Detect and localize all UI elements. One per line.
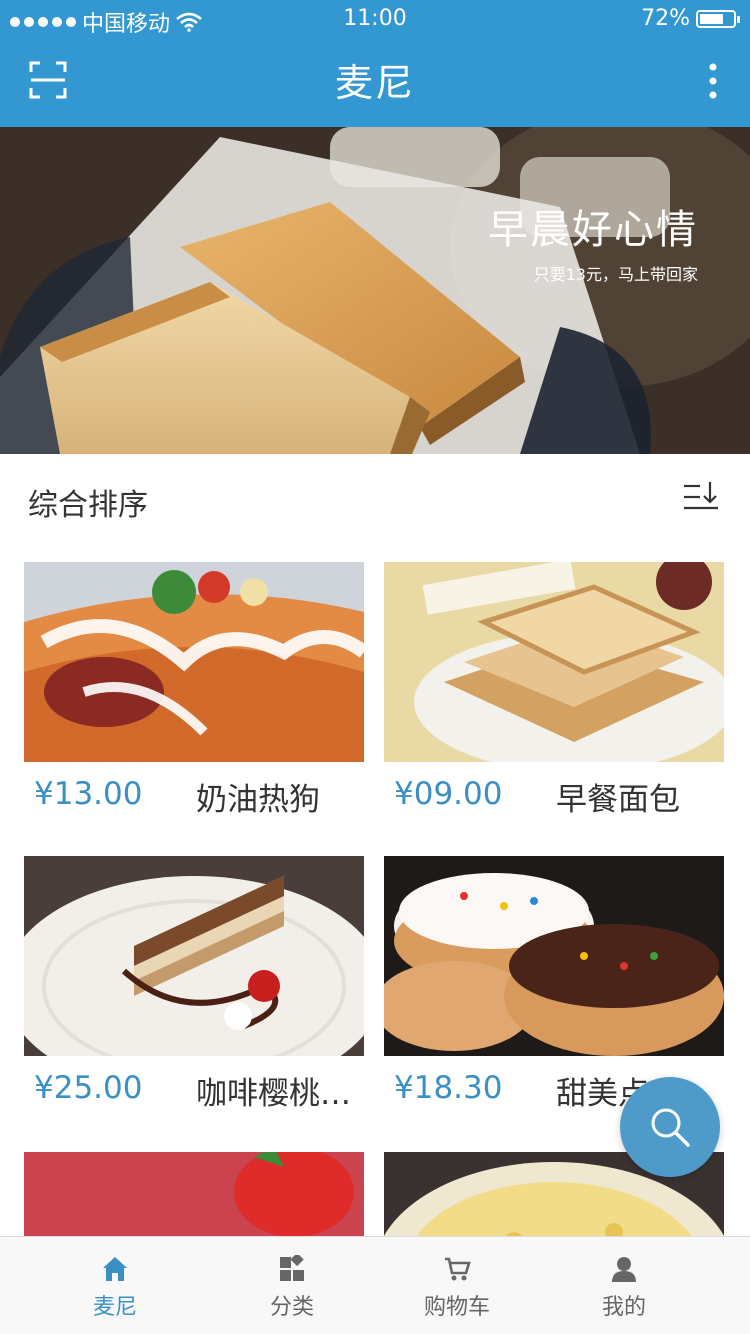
product-image (24, 856, 364, 1056)
banner-subtitle: 只要13元，马上带回家 (533, 265, 698, 284)
banner-image (0, 127, 750, 454)
more-vertical-icon[interactable] (706, 62, 720, 100)
battery-icon (696, 9, 740, 28)
tab-label: 分类 (269, 1295, 314, 1320)
product-name: 早餐面包 (556, 782, 680, 818)
product-image (384, 856, 724, 1056)
sort-label[interactable]: 综合排序 (28, 480, 148, 524)
sort-descending-icon[interactable] (682, 478, 720, 518)
cart-icon (445, 1257, 471, 1281)
category-icon (280, 1255, 304, 1281)
tab-label: 我的 (601, 1295, 646, 1320)
product-card[interactable]: ¥09.00 早餐面包 (384, 562, 724, 818)
sort-bar: 综合排序 (0, 454, 750, 546)
product-price: ¥13.00 (34, 776, 143, 812)
tab-profile[interactable]: 我的 (549, 1237, 699, 1334)
user-icon (612, 1257, 636, 1282)
banner-title: 早晨好心情 (488, 207, 698, 253)
battery-level (700, 13, 723, 24)
tab-home[interactable]: 麦尼 (40, 1237, 190, 1334)
promo-banner[interactable]: 早晨好心情 只要13元，马上带回家 (0, 127, 750, 454)
battery-percent: 72% (641, 6, 690, 31)
status-bar: 中国移动 11:00 72% (0, 0, 750, 40)
page-title: 麦尼 (334, 61, 415, 105)
product-image (24, 562, 364, 762)
product-name: 咖啡樱桃蛋糕 (196, 1076, 361, 1112)
product-card[interactable]: ¥13.00 奶油热狗 (24, 562, 364, 818)
product-price: ¥25.00 (34, 1070, 143, 1106)
product-card[interactable]: ¥25.00 咖啡樱桃蛋糕 (24, 856, 364, 1112)
product-image (384, 562, 724, 762)
app-header: 中国移动 11:00 72% 麦尼 (0, 0, 750, 127)
tab-category[interactable]: 分类 (217, 1237, 367, 1334)
status-right: 72% (641, 6, 740, 31)
product-price: ¥18.30 (394, 1070, 503, 1106)
search-icon (651, 1108, 690, 1147)
floating-search-button[interactable] (620, 1077, 720, 1177)
home-icon (103, 1257, 127, 1281)
status-time: 11:00 (343, 6, 407, 31)
tab-label: 麦尼 (92, 1295, 137, 1320)
product-name: 奶油热狗 (196, 782, 320, 818)
tab-label: 购物车 (423, 1295, 490, 1320)
tab-cart[interactable]: 购物车 (382, 1237, 532, 1334)
product-price: ¥09.00 (394, 776, 503, 812)
banner-text: 早晨好心情 只要13元，马上带回家 (488, 197, 698, 285)
bottom-tab-bar: 麦尼 分类 购物车 我的 (0, 1236, 750, 1334)
product-card[interactable]: ¥18.30 甜美点心 (384, 856, 724, 1112)
